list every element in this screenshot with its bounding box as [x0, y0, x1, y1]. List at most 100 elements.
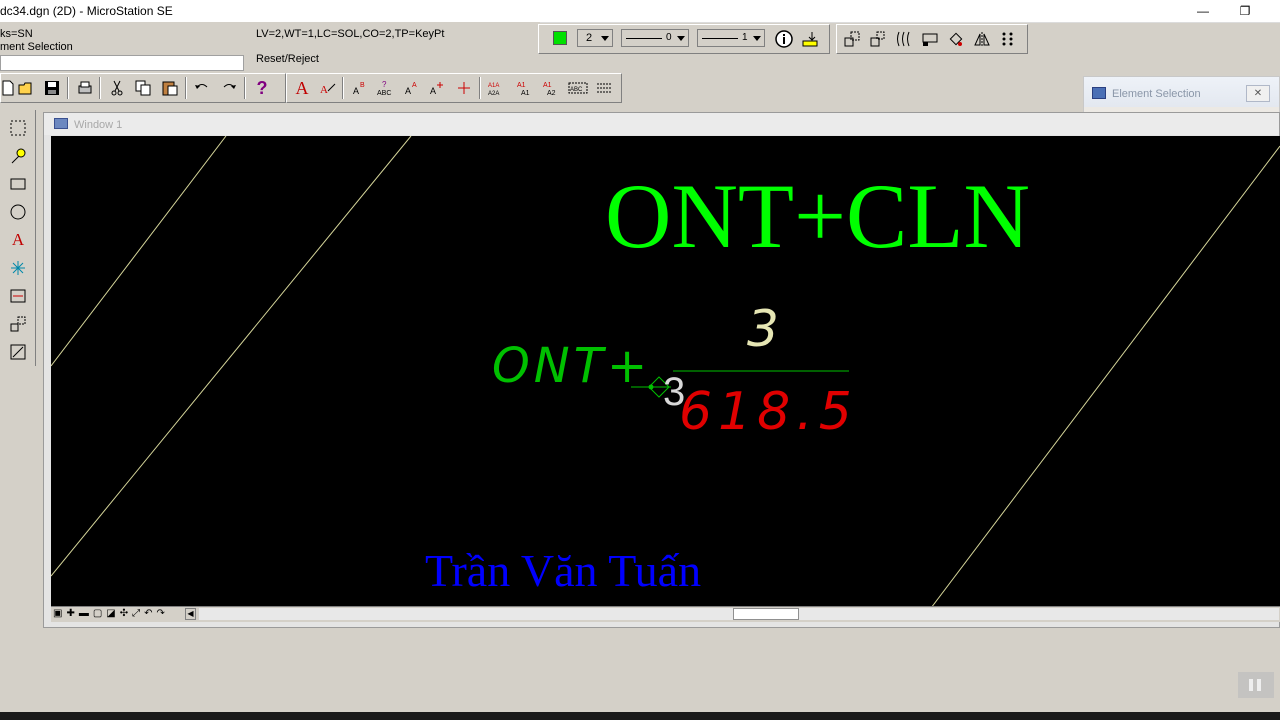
fill-in-data-field-icon[interactable]: ABC — [567, 77, 589, 99]
selection-tool-icon[interactable] — [6, 116, 30, 140]
svg-text:A: A — [412, 82, 417, 89]
modify-tool-icon[interactable] — [6, 340, 30, 364]
copy-icon[interactable] — [132, 77, 154, 99]
circle-tool-icon[interactable] — [6, 200, 30, 224]
fence-tool-icon[interactable] — [6, 144, 30, 168]
linestyle-combo[interactable]: 0 — [621, 29, 689, 47]
main-tool-palette: A — [0, 110, 36, 366]
toolbar-separator — [244, 77, 246, 99]
copy-element-icon[interactable] — [841, 28, 863, 50]
chevron-down-icon — [677, 36, 685, 41]
increment-text-icon[interactable]: A — [427, 77, 449, 99]
fit-view-icon[interactable]: ◪ — [106, 608, 115, 619]
scroll-left-icon[interactable]: ◀ — [185, 608, 196, 620]
pause-icon[interactable] — [1238, 672, 1274, 698]
svg-text:A1A: A1A — [488, 83, 499, 89]
chevron-down-icon — [601, 36, 609, 41]
rotate-icon[interactable] — [945, 28, 967, 50]
cut-icon[interactable] — [106, 77, 128, 99]
view-title-bar: Window 1 — [44, 113, 1279, 135]
zoom-out-icon[interactable]: ▬ — [79, 608, 89, 619]
svg-text:A1: A1 — [521, 90, 530, 97]
increment-data-field-icon[interactable]: A1 A1 — [513, 77, 535, 99]
save-icon[interactable] — [41, 77, 63, 99]
move-element-icon[interactable] — [867, 28, 889, 50]
toolbar-separator — [342, 77, 344, 99]
land-use-heading[interactable]: ONT+CLN — [605, 166, 1030, 266]
dialog-title-bar: Element Selection ✕ — [1084, 77, 1279, 107]
cell-tool-icon[interactable] — [6, 256, 30, 280]
minimize-button[interactable]: — — [1180, 0, 1226, 22]
level-manager-icon[interactable] — [799, 28, 821, 50]
redo-icon[interactable] — [218, 77, 240, 99]
weight-preview — [702, 38, 738, 39]
parcel-boundary-line[interactable] — [51, 136, 412, 577]
info-icon[interactable] — [773, 28, 795, 50]
linestyle-value: 0 — [666, 32, 672, 43]
land-use-label[interactable]: ONT+ — [492, 338, 651, 394]
drawing-canvas[interactable]: ONT+CLN ONT+ 3 618.5 3 Trần Văn Tuấn — [51, 136, 1280, 608]
scrollbar-thumb[interactable] — [733, 608, 799, 620]
display-text-attributes-icon[interactable]: ? ABC — [375, 77, 397, 99]
toolbar-separator — [99, 77, 101, 99]
svg-text:A: A — [353, 86, 359, 96]
prompt-status: Reset/Reject — [256, 53, 319, 65]
view-previous-icon[interactable]: ↶ — [144, 608, 152, 619]
pan-view-icon[interactable]: ⤢ — [132, 608, 140, 619]
match-text-attributes-icon[interactable]: AA — [401, 77, 423, 99]
place-text-icon[interactable]: A — [291, 77, 313, 99]
parcel-boundary-line[interactable] — [51, 136, 227, 367]
color-combo[interactable]: 2 — [577, 29, 613, 47]
horizontal-scrollbar[interactable] — [199, 608, 1279, 620]
mirror-icon[interactable] — [971, 28, 993, 50]
weight-combo[interactable]: 1 — [697, 29, 765, 47]
parcel-number[interactable]: 3 — [747, 300, 779, 358]
locks-status: ks=SN — [0, 28, 33, 40]
move-parallel-icon[interactable] — [893, 28, 915, 50]
restore-button[interactable]: ❐ — [1222, 0, 1268, 22]
manipulate-toolbar — [836, 24, 1028, 54]
view-next-icon[interactable]: ↷ — [157, 608, 165, 619]
display-data-fields-icon[interactable] — [593, 77, 615, 99]
copy-enter-data-field-icon[interactable]: A1A A2A — [487, 77, 509, 99]
settings-status: LV=2,WT=1,LC=SOL,CO=2,TP=KeyPt — [256, 28, 445, 40]
dialog-title: Element Selection — [1112, 88, 1201, 100]
window-area-icon[interactable]: ▢ — [93, 608, 102, 619]
active-color-swatch[interactable] — [553, 31, 567, 45]
text-tool-icon[interactable]: A — [6, 228, 30, 252]
dialog-close-button[interactable]: ✕ — [1246, 85, 1270, 102]
dimension-tool-icon[interactable] — [6, 284, 30, 308]
edit-text-icon[interactable]: A — [317, 77, 339, 99]
title-bar: dc34.dgn (2D) - MicroStation SE — ❐ — [0, 0, 1280, 23]
svg-text:A: A — [320, 84, 328, 96]
manipulate-tool-icon[interactable] — [6, 312, 30, 336]
attributes-toolbar: 2 0 1 — [538, 24, 830, 54]
bottom-strip — [0, 712, 1280, 720]
copy-increment-data-field-icon[interactable]: A1 A2 — [539, 77, 561, 99]
update-view-icon[interactable]: ▣ — [53, 608, 62, 619]
chevron-down-icon — [753, 36, 761, 41]
window-title: dc34.dgn (2D) - MicroStation SE — [0, 4, 173, 18]
svg-text:A2A: A2A — [488, 91, 499, 97]
toolbar-separator — [67, 77, 69, 99]
text-toolbar: A A AB ? ABC AA A A1A A2A A1 A1 A1 A2 ABC — [286, 73, 622, 103]
view-title: Window 1 — [74, 119, 123, 131]
rotate-view-icon[interactable]: ✣ — [120, 608, 128, 619]
paste-icon[interactable] — [159, 77, 181, 99]
open-file-icon[interactable] — [15, 77, 37, 99]
cursor-number-label: 3 — [663, 370, 686, 414]
zoom-in-icon[interactable]: ✚ — [66, 608, 74, 619]
text-node-icon[interactable] — [453, 77, 475, 99]
change-text-attributes-icon[interactable]: AB — [349, 77, 371, 99]
undo-icon[interactable] — [191, 77, 213, 99]
svg-text:ABC: ABC — [570, 87, 583, 93]
rectangle-tool-icon[interactable] — [6, 172, 30, 196]
author-signature: Trần Văn Tuấn — [425, 545, 702, 596]
help-icon[interactable]: ? — [251, 77, 273, 99]
scale-icon[interactable] — [919, 28, 941, 50]
print-icon[interactable] — [74, 77, 96, 99]
toolbar-separator — [479, 77, 481, 99]
parcel-area[interactable]: 618.5 — [679, 382, 858, 442]
array-icon[interactable] — [997, 28, 1019, 50]
svg-text:?: ? — [382, 80, 387, 89]
